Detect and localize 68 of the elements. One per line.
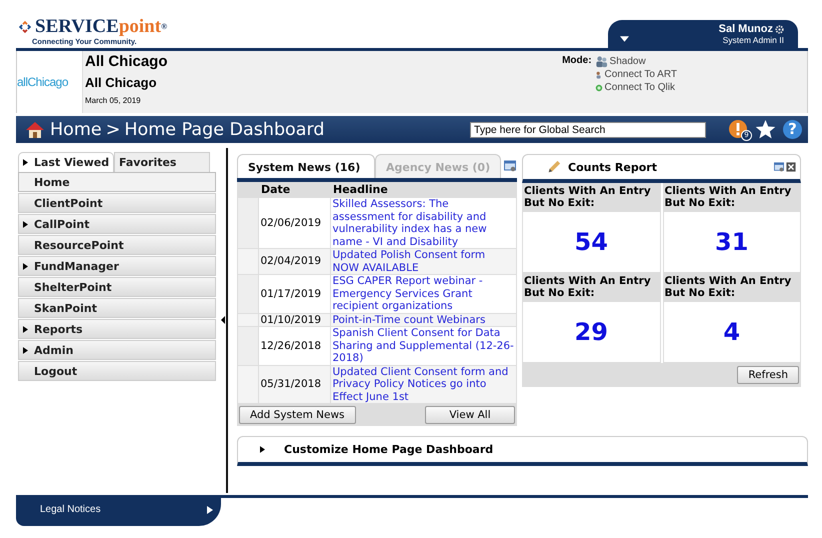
column-header: Headline (330, 182, 516, 198)
breadcrumb-link[interactable]: Home (50, 120, 102, 140)
close-icon[interactable] (786, 162, 796, 172)
pencil-icon (547, 160, 561, 174)
nav-item[interactable]: SkanPoint (18, 298, 216, 318)
nav-item[interactable]: ShelterPoint (18, 277, 216, 297)
count-value[interactable]: 29 (522, 301, 660, 363)
house-icon[interactable] (24, 120, 46, 140)
user-role: System Admin II (722, 35, 784, 45)
news-tab[interactable]: System News (16) (237, 154, 375, 178)
headline-link[interactable]: Updated Polish Consent form NOW AVAILABLE (330, 248, 516, 274)
mode-label: Mode: (562, 55, 592, 68)
count-label: Clients With An Entry But No Exit: (662, 273, 801, 301)
window-settings-icon[interactable] (504, 160, 516, 172)
count-value[interactable]: 31 (662, 211, 801, 273)
count-value[interactable]: 54 (522, 211, 660, 273)
headline-link[interactable]: ESG CAPER Report webinar - Emergency Services Grant recipient organizations (330, 274, 516, 313)
help-button[interactable]: ? (783, 120, 802, 139)
person-icon (594, 70, 603, 78)
collapse-arrow-icon[interactable] (221, 316, 225, 324)
count-label: Clients With An Entry But No Exit: (522, 183, 660, 211)
mode-link[interactable]: Connect To Qlik (604, 82, 675, 93)
nav-item[interactable]: Admin (18, 340, 216, 360)
headline-link[interactable]: Spanish Client Consent for Data Sharing and Supplemental (12-26-2018) (330, 326, 516, 365)
people-icon (594, 55, 608, 68)
breadcrumb-separator: > (106, 120, 120, 140)
headline-link[interactable]: Point-in-Time count Webinars (330, 313, 516, 326)
nav-item[interactable]: Logout (18, 361, 216, 381)
mode-link[interactable]: Shadow (610, 56, 646, 67)
customize-bar[interactable]: Customize Home Page Dashboard (237, 436, 808, 466)
nav-item[interactable]: ResourcePoint (18, 235, 216, 255)
date-cell: 12/26/2018 (258, 326, 330, 365)
headline-link[interactable]: Updated Client Consent form and Privacy Policy Notices go into Effect June 1st (330, 365, 516, 404)
refresh-button[interactable]: Refresh (737, 366, 799, 384)
globe-icon (594, 84, 603, 92)
page-title: Home Page Dashboard (124, 120, 324, 140)
caret-icon (620, 36, 629, 42)
date-cell: 02/04/2019 (258, 248, 330, 274)
star-icon[interactable] (755, 119, 776, 140)
date-cell: 05/31/2018 (258, 365, 330, 404)
organization-subtitle: All Chicago (85, 75, 158, 90)
user-tab[interactable]: Sal Munoz System Admin II (608, 20, 798, 48)
panel-title: Counts Report (568, 160, 658, 174)
nav-item[interactable]: Reports (18, 319, 216, 339)
mode-link[interactable]: Connect To ART (604, 69, 677, 80)
count-label: Clients With An Entry But No Exit: (522, 273, 660, 301)
nav-item[interactable]: FundManager (18, 256, 216, 276)
add-news-button[interactable]: Add System News (239, 406, 356, 424)
search-field[interactable]: Type here for Global Search (470, 122, 706, 138)
arrow-icon (207, 506, 213, 514)
nav-tab[interactable]: Favorites (114, 152, 210, 172)
user-name: Sal Munoz (718, 23, 773, 35)
nav-item[interactable]: ClientPoint (18, 193, 216, 213)
nav-tab[interactable]: Last Viewed (18, 152, 114, 172)
count-label: Clients With An Entry But No Exit: (662, 183, 801, 211)
gear-icon[interactable] (775, 25, 784, 34)
count-value[interactable]: 4 (662, 301, 801, 363)
organization-title: All Chicago (85, 53, 168, 70)
date-cell: 01/10/2019 (258, 313, 330, 326)
column-header: Date (258, 182, 330, 198)
date-text: March 05, 2019 (85, 96, 142, 105)
legal-notices-link[interactable]: Legal Notices (16, 498, 221, 526)
window-settings-icon[interactable] (774, 162, 784, 172)
nav-item[interactable]: CallPoint (18, 214, 216, 234)
date-cell: 01/17/2019 (258, 274, 330, 313)
view-all-button[interactable]: View All (425, 406, 515, 424)
organization-logo: allChicago (17, 51, 83, 113)
nav-item[interactable]: Home (18, 172, 216, 192)
